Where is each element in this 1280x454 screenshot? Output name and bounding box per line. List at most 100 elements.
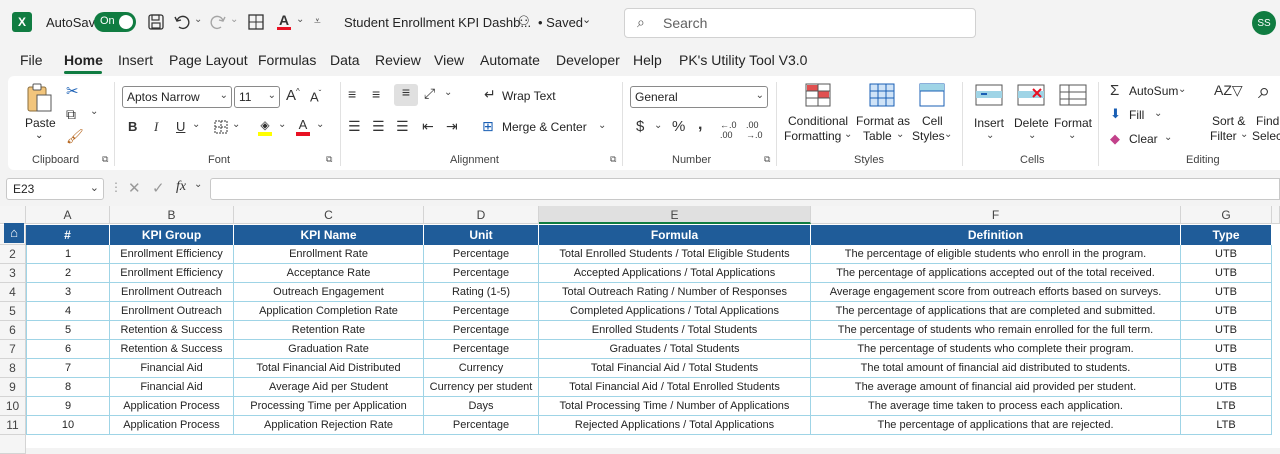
formula-bar-options-icon[interactable]: ⋮ <box>110 180 122 194</box>
italic-icon[interactable]: I <box>154 119 158 135</box>
table-cell[interactable]: 6 <box>26 340 110 359</box>
table-cell[interactable]: Percentage <box>424 340 539 359</box>
font-color-dropdown-icon[interactable]: ⌄ <box>296 14 304 25</box>
table-cell[interactable]: Completed Applications / Total Applicati… <box>539 302 811 321</box>
table-cell[interactable]: Rating (1-5) <box>424 283 539 302</box>
tab-developer[interactable]: Developer <box>556 52 620 68</box>
table-cell[interactable]: Accepted Applications / Total Applicatio… <box>539 264 811 283</box>
align-right-icon[interactable]: ☰ <box>396 118 409 135</box>
sort-filter-icon[interactable]: AZ▽ <box>1214 82 1243 99</box>
paste-dropdown-icon[interactable]: ⌄ <box>35 130 43 141</box>
table-cell[interactable]: Total Outreach Rating / Number of Respon… <box>539 283 811 302</box>
row-header-6[interactable]: 6 <box>0 321 26 340</box>
sort-dropdown-icon[interactable]: ⌄ <box>1240 129 1248 140</box>
table-cell[interactable]: Enrollment Rate <box>234 245 424 264</box>
fill-button[interactable]: Fill <box>1129 108 1144 122</box>
tab-formulas[interactable]: Formulas <box>258 52 316 68</box>
format-cells-button[interactable]: Format <box>1054 116 1092 130</box>
table-cell[interactable]: Total Financial Aid / Total Students <box>539 359 811 378</box>
paste-button[interactable]: Paste <box>25 116 56 130</box>
table-cell[interactable]: 4 <box>26 302 110 321</box>
tab-insert[interactable]: Insert <box>118 52 153 68</box>
row-header-7[interactable]: 7 <box>0 340 26 359</box>
table-cell[interactable]: UTB <box>1181 378 1272 397</box>
cell-styles-line2[interactable]: Styles <box>912 129 945 143</box>
cut-icon[interactable]: ✂ <box>66 82 79 100</box>
table-cell[interactable]: The percentage of students who remain en… <box>811 321 1181 340</box>
orientation-dropdown-icon[interactable]: ⌄ <box>444 87 452 98</box>
cancel-icon[interactable]: ✕ <box>128 179 141 197</box>
table-cell[interactable]: Enrollment Efficiency <box>110 264 234 283</box>
autosum-button[interactable]: AutoSum <box>1129 84 1178 98</box>
delete-dropdown-icon[interactable]: ⌄ <box>1028 130 1036 141</box>
row-header-5[interactable]: 5 <box>0 302 26 321</box>
table-cell[interactable]: LTB <box>1181 397 1272 416</box>
table-cell[interactable]: Application Rejection Rate <box>234 416 424 435</box>
clipboard-launcher-icon[interactable]: ⧉ <box>102 154 108 165</box>
enter-icon[interactable]: ✓ <box>152 179 165 197</box>
orientation-icon[interactable]: ⤢ <box>424 85 435 102</box>
table-header-cell[interactable]: Unit <box>424 225 539 245</box>
fill-color-dropdown-icon[interactable]: ⌄ <box>278 119 286 130</box>
merge-center-icon[interactable]: ⊞ <box>482 118 494 135</box>
insert-cells-icon[interactable] <box>974 82 1004 108</box>
table-cell[interactable]: UTB <box>1181 359 1272 378</box>
table-cell[interactable]: Percentage <box>424 416 539 435</box>
table-cell[interactable]: Enrollment Outreach <box>110 283 234 302</box>
column-header-d[interactable]: D <box>424 206 539 224</box>
cell-styles-icon[interactable] <box>918 82 946 108</box>
column-header-a[interactable]: A <box>26 206 110 224</box>
paste-icon[interactable] <box>24 82 54 114</box>
row-header-2[interactable]: 2 <box>0 245 26 264</box>
text-color-dropdown-icon[interactable]: ⌄ <box>316 119 324 130</box>
row-header-9[interactable]: 9 <box>0 378 26 397</box>
table-cell[interactable]: Percentage <box>424 264 539 283</box>
table-cell[interactable]: Graduation Rate <box>234 340 424 359</box>
format-as-table-icon[interactable] <box>868 82 896 108</box>
table-cell[interactable]: Retention Rate <box>234 321 424 340</box>
align-top-icon[interactable]: ≡ <box>348 86 356 102</box>
sensitivity-icon[interactable]: ⚇ <box>518 13 530 29</box>
clear-dropdown-icon[interactable]: ⌄ <box>1164 132 1172 143</box>
wrap-text-icon[interactable]: ↵ <box>484 86 496 103</box>
table-header-cell[interactable]: Definition <box>811 225 1181 245</box>
row-header-3[interactable]: 3 <box>0 264 26 283</box>
conditional-formatting-dropdown-icon[interactable]: ⌄ <box>844 129 852 140</box>
wrap-text-button[interactable]: Wrap Text <box>502 89 556 103</box>
table-cell[interactable]: Retention & Success <box>110 340 234 359</box>
table-cell[interactable]: Days <box>424 397 539 416</box>
table-cell[interactable]: Total Processing Time / Number of Applic… <box>539 397 811 416</box>
table-cell[interactable]: Total Financial Aid Distributed <box>234 359 424 378</box>
conditional-formatting-icon[interactable] <box>804 82 832 108</box>
table-cell[interactable]: UTB <box>1181 321 1272 340</box>
table-cell[interactable]: Application Process <box>110 416 234 435</box>
home-icon[interactable]: ⌂ <box>4 223 24 243</box>
column-header-g[interactable]: G <box>1181 206 1272 224</box>
tab-help[interactable]: Help <box>633 52 662 68</box>
table-cell[interactable]: Total Financial Aid / Total Enrolled Stu… <box>539 378 811 397</box>
table-header-cell[interactable]: Type <box>1181 225 1272 245</box>
table-cell[interactable]: The percentage of applications accepted … <box>811 264 1181 283</box>
merge-dropdown-icon[interactable]: ⌄ <box>598 120 606 131</box>
decrease-decimal-icon[interactable]: .00 →.0 <box>746 120 763 140</box>
table-header-cell[interactable]: KPI Name <box>234 225 424 245</box>
table-cell[interactable]: UTB <box>1181 264 1272 283</box>
fill-dropdown-icon[interactable]: ⌄ <box>1154 108 1162 119</box>
name-box-dropdown-icon[interactable]: ⌄ <box>90 181 99 194</box>
table-cell[interactable]: Average Aid per Student <box>234 378 424 397</box>
table-cell[interactable]: The percentage of applications that are … <box>811 302 1181 321</box>
copy-icon[interactable]: ⧉ <box>66 106 76 123</box>
table-cell[interactable]: Percentage <box>424 245 539 264</box>
font-color-icon[interactable]: A <box>274 10 294 32</box>
column-header-e[interactable]: E <box>539 206 811 224</box>
table-cell[interactable]: Financial Aid <box>110 378 234 397</box>
sort-filter-line2[interactable]: Filter <box>1210 129 1237 143</box>
format-as-table-dropdown-icon[interactable]: ⌄ <box>896 129 904 140</box>
table-cell[interactable]: Enrolled Students / Total Students <box>539 321 811 340</box>
redo-dropdown-icon[interactable]: ⌄ <box>230 14 238 25</box>
align-middle-icon[interactable]: ≡ <box>372 86 380 102</box>
delete-cells-icon[interactable] <box>1016 82 1046 108</box>
font-name-select[interactable]: Aptos Narrow ⌄ <box>122 86 232 108</box>
table-cell[interactable]: Percentage <box>424 321 539 340</box>
table-cell[interactable]: Acceptance Rate <box>234 264 424 283</box>
